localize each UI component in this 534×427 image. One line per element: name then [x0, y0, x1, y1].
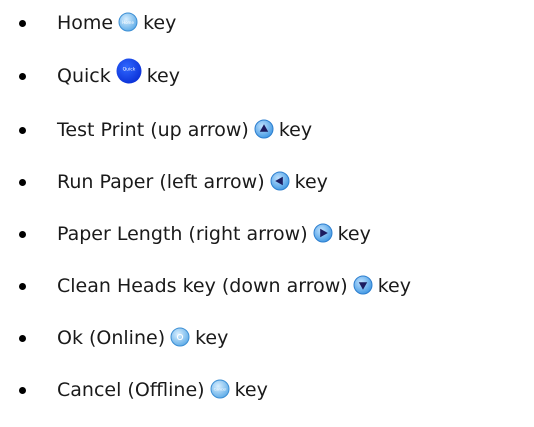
list-item-clean-heads: Clean Heads key (down arrow) key [0, 272, 534, 300]
list-item-home: Home Home key [0, 9, 534, 37]
key-label: Test Print (up arrow) [57, 119, 249, 141]
cancel-key-icon: Cancel [210, 379, 230, 399]
key-suffix: key [294, 171, 328, 193]
bullet [19, 283, 26, 290]
down-arrow-key-icon [353, 275, 373, 295]
key-label: Clean Heads key (down arrow) [57, 275, 348, 297]
key-suffix: key [234, 379, 268, 401]
ok-key-icon [170, 327, 190, 347]
quick-key-icon: Quick [116, 58, 142, 84]
key-suffix: key [146, 65, 180, 87]
bullet [19, 179, 26, 186]
left-arrow-key-icon [270, 171, 290, 191]
item-text: Run Paper (left arrow) key [57, 168, 328, 196]
item-text: Test Print (up arrow) key [57, 116, 312, 144]
cancel-key-icon-text: Cancel [213, 387, 226, 392]
bullet [19, 20, 26, 27]
key-suffix: key [195, 327, 229, 349]
key-suffix: key [337, 223, 371, 245]
key-label: Cancel (Offline) [57, 379, 205, 401]
list-item-ok: Ok (Online) key [0, 324, 534, 352]
bullet [19, 127, 26, 134]
list-item-cancel: Cancel (Offline) Cancel key [0, 376, 534, 404]
bullet [19, 387, 26, 394]
key-suffix: key [143, 12, 177, 34]
item-text: Cancel (Offline) Cancel key [57, 376, 268, 404]
list-item-quick: Quick Quick key [0, 58, 534, 90]
item-text: Paper Length (right arrow) key [57, 220, 371, 248]
home-key-icon: Home [118, 12, 138, 32]
bullet [19, 335, 26, 342]
right-arrow-key-icon [313, 223, 333, 243]
item-text: Quick Quick key [57, 58, 180, 90]
list-item-paper-length: Paper Length (right arrow) key [0, 220, 534, 248]
key-suffix: key [278, 119, 313, 141]
quick-key-icon-text: Quick [122, 67, 135, 73]
bullet [19, 231, 26, 238]
item-text: Home Home key [57, 9, 176, 37]
key-label: Ok (Online) [57, 327, 166, 349]
key-suffix: key [377, 275, 411, 297]
list-item-run-paper: Run Paper (left arrow) key [0, 168, 534, 196]
key-label: Quick [57, 65, 111, 87]
item-text: Ok (Online) key [57, 324, 228, 352]
key-label: Run Paper (left arrow) [57, 171, 265, 193]
list-item-test-print: Test Print (up arrow) key [0, 116, 534, 144]
home-key-icon-text: Home [122, 20, 134, 25]
key-label: Paper Length (right arrow) [57, 223, 308, 245]
bullet [19, 73, 26, 80]
key-label: Home [57, 12, 114, 34]
up-arrow-key-icon [254, 119, 274, 139]
item-text: Clean Heads key (down arrow) key [57, 272, 411, 300]
